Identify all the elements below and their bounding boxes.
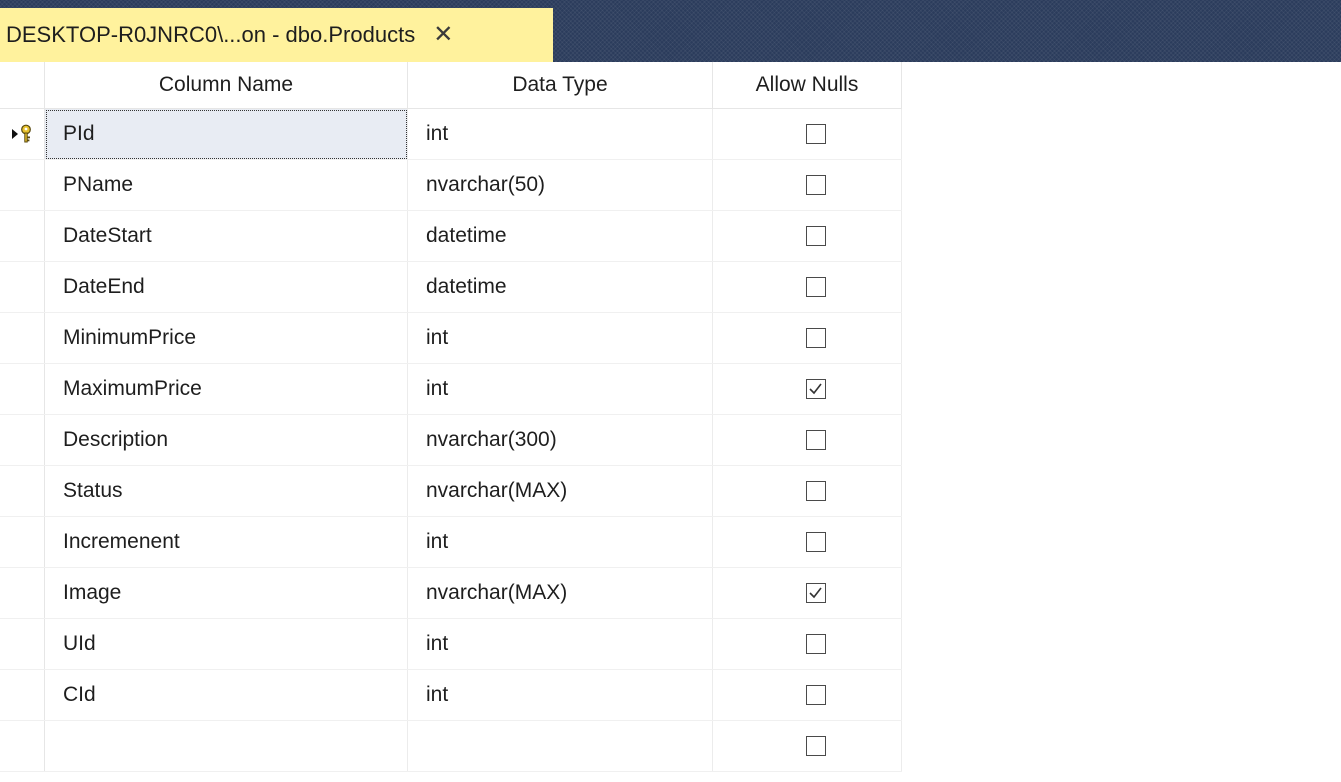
table-designer-grid: Column Name Data Type Allow Nulls PId int… <box>0 62 1341 782</box>
row-selector[interactable] <box>0 261 45 313</box>
allow-nulls-cell <box>712 210 902 262</box>
document-tab-strip: DESKTOP-R0JNRC0\...on - dbo.Products ✕ <box>0 0 1341 62</box>
row-selector[interactable] <box>0 516 45 568</box>
column-name-cell[interactable]: PName <box>44 159 408 211</box>
row-selector[interactable] <box>0 720 45 772</box>
allow-nulls-checkbox[interactable] <box>806 226 826 247</box>
column-name-cell[interactable]: DateStart <box>44 210 408 262</box>
row-selector[interactable] <box>0 669 45 721</box>
column-name-cell[interactable]: PId <box>44 108 408 160</box>
column-name-cell[interactable]: CId <box>44 669 408 721</box>
allow-nulls-cell <box>712 108 902 160</box>
grid-body: PId int PName nvarchar(50) DateStart datetime… <box>0 108 902 772</box>
check-icon <box>809 587 822 599</box>
column-name-cell[interactable]: Image <box>44 567 408 619</box>
data-type-cell[interactable]: int <box>407 669 713 721</box>
data-type-cell[interactable]: nvarchar(300) <box>407 414 713 466</box>
document-tab-products[interactable]: DESKTOP-R0JNRC0\...on - dbo.Products ✕ <box>0 8 553 62</box>
table-row[interactable]: Status nvarchar(MAX) <box>0 465 902 517</box>
row-selector[interactable] <box>0 108 45 160</box>
header-data-type[interactable]: Data Type <box>407 62 713 109</box>
column-name-cell[interactable]: MaximumPrice <box>44 363 408 415</box>
allow-nulls-cell <box>712 414 902 466</box>
allow-nulls-checkbox[interactable] <box>806 430 826 451</box>
row-selector[interactable] <box>0 210 45 262</box>
table-row[interactable]: DateEnd datetime <box>0 261 902 313</box>
column-name-cell[interactable]: Incremenent <box>44 516 408 568</box>
data-type-cell[interactable]: nvarchar(50) <box>407 159 713 211</box>
tab-title: DESKTOP-R0JNRC0\...on - dbo.Products <box>6 22 416 47</box>
allow-nulls-checkbox[interactable] <box>806 328 826 349</box>
allow-nulls-checkbox[interactable] <box>806 175 826 196</box>
grid-header-row: Column Name Data Type Allow Nulls <box>0 62 902 109</box>
data-type-cell[interactable]: int <box>407 312 713 364</box>
table-row[interactable]: MaximumPrice int <box>0 363 902 415</box>
data-type-cell[interactable]: datetime <box>407 261 713 313</box>
data-type-cell[interactable]: int <box>407 363 713 415</box>
column-name-cell[interactable]: Description <box>44 414 408 466</box>
allow-nulls-cell <box>712 261 902 313</box>
column-name-cell[interactable] <box>44 720 408 772</box>
current-row-arrow-icon <box>12 129 18 139</box>
table-row[interactable]: MinimumPrice int <box>0 312 902 364</box>
allow-nulls-cell <box>712 618 902 670</box>
allow-nulls-cell <box>712 363 902 415</box>
data-type-cell[interactable]: int <box>407 516 713 568</box>
data-type-cell[interactable] <box>407 720 713 772</box>
close-icon[interactable]: ✕ <box>433 23 453 47</box>
row-selector-header[interactable] <box>0 62 45 109</box>
table-row[interactable]: UId int <box>0 618 902 670</box>
column-name-cell[interactable]: Status <box>44 465 408 517</box>
allow-nulls-cell <box>712 669 902 721</box>
column-name-cell[interactable]: MinimumPrice <box>44 312 408 364</box>
allow-nulls-cell <box>712 159 902 211</box>
row-selector[interactable] <box>0 312 45 364</box>
header-allow-nulls[interactable]: Allow Nulls <box>712 62 902 109</box>
allow-nulls-checkbox[interactable] <box>806 685 826 706</box>
allow-nulls-checkbox[interactable] <box>806 277 826 298</box>
allow-nulls-checkbox-checked[interactable] <box>806 583 826 604</box>
data-type-cell[interactable]: int <box>407 108 713 160</box>
allow-nulls-cell <box>712 312 902 364</box>
row-selector[interactable] <box>0 414 45 466</box>
allow-nulls-cell <box>712 465 902 517</box>
row-selector[interactable] <box>0 567 45 619</box>
table-row[interactable]: CId int <box>0 669 902 721</box>
table-row[interactable]: Description nvarchar(300) <box>0 414 902 466</box>
check-icon <box>809 383 822 395</box>
table-row[interactable] <box>0 720 902 772</box>
allow-nulls-checkbox-checked[interactable] <box>806 379 826 400</box>
data-type-cell[interactable]: datetime <box>407 210 713 262</box>
table-row[interactable]: PName nvarchar(50) <box>0 159 902 211</box>
table-row[interactable]: PId int <box>0 108 902 160</box>
row-selector[interactable] <box>0 618 45 670</box>
row-selector[interactable] <box>0 363 45 415</box>
allow-nulls-checkbox[interactable] <box>806 481 826 502</box>
allow-nulls-checkbox[interactable] <box>806 532 826 553</box>
key-icon <box>21 124 31 143</box>
allow-nulls-checkbox[interactable] <box>806 124 826 145</box>
allow-nulls-cell <box>712 567 902 619</box>
row-selector[interactable] <box>0 465 45 517</box>
allow-nulls-checkbox[interactable] <box>806 736 826 757</box>
column-name-cell[interactable]: UId <box>44 618 408 670</box>
allow-nulls-cell <box>712 720 902 772</box>
table-row[interactable]: Incremenent int <box>0 516 902 568</box>
table-row[interactable]: DateStart datetime <box>0 210 902 262</box>
column-name-cell[interactable]: DateEnd <box>44 261 408 313</box>
data-type-cell[interactable]: nvarchar(MAX) <box>407 567 713 619</box>
allow-nulls-cell <box>712 516 902 568</box>
data-type-cell[interactable]: int <box>407 618 713 670</box>
column-grid: Column Name Data Type Allow Nulls PId int… <box>0 62 902 772</box>
row-selector[interactable] <box>0 159 45 211</box>
allow-nulls-checkbox[interactable] <box>806 634 826 655</box>
header-column-name[interactable]: Column Name <box>44 62 408 109</box>
table-row[interactable]: Image nvarchar(MAX) <box>0 567 902 619</box>
data-type-cell[interactable]: nvarchar(MAX) <box>407 465 713 517</box>
